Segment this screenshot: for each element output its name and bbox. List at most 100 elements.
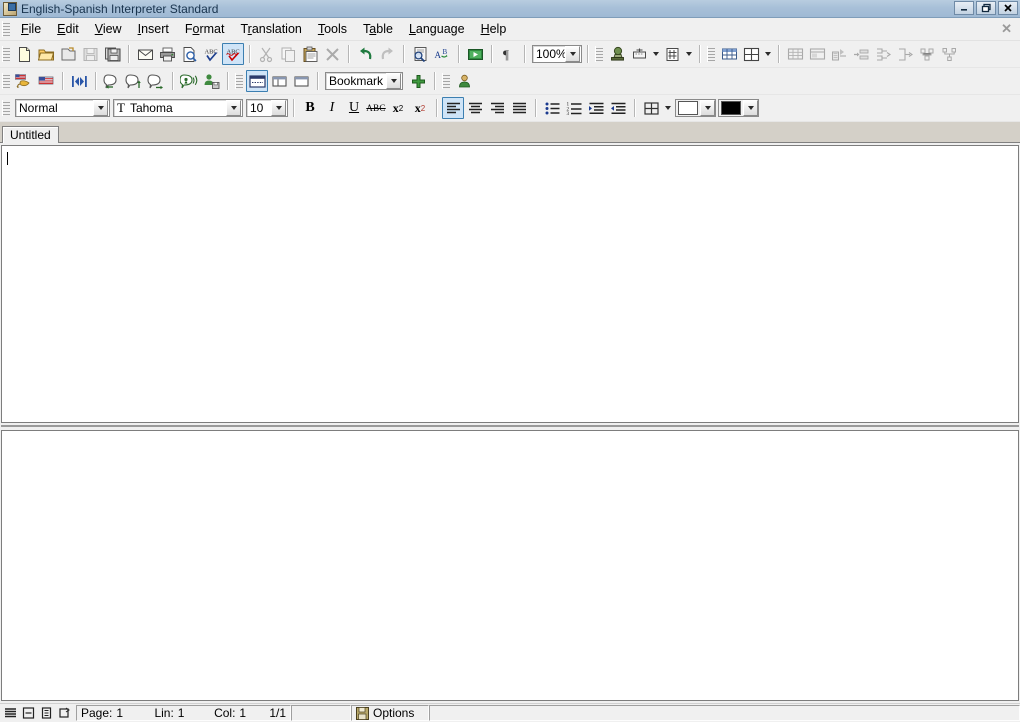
menu-table[interactable]: Table: [355, 20, 401, 38]
highlight-dropdown-button[interactable]: [700, 100, 715, 116]
table-sort-icon[interactable]: [850, 43, 872, 65]
distribute-columns-icon[interactable]: [938, 43, 960, 65]
toolbar-gripper-translation[interactable]: [2, 73, 10, 89]
strikethrough-button[interactable]: ABC: [365, 97, 387, 119]
delete-icon[interactable]: [321, 43, 343, 65]
merge-cells-icon[interactable]: [872, 43, 894, 65]
align-left-icon[interactable]: [442, 97, 464, 119]
replace-icon[interactable]: A B: [431, 43, 453, 65]
normal-view-icon[interactable]: [3, 706, 18, 720]
spellcheck-icon[interactable]: ABC: [200, 43, 222, 65]
target-document-pane[interactable]: [1, 430, 1019, 701]
menu-view[interactable]: View: [87, 20, 130, 38]
toolbar-gripper-panes[interactable]: [235, 73, 243, 89]
font-dropdown-button[interactable]: [226, 100, 241, 116]
undo-icon[interactable]: [354, 43, 376, 65]
align-right-icon[interactable]: [486, 97, 508, 119]
bookmark-combo[interactable]: Bookmark: [325, 72, 403, 90]
decrease-indent-icon[interactable]: [607, 97, 629, 119]
pane-splitter[interactable]: [1, 423, 1019, 430]
menu-file[interactable]: File: [13, 20, 49, 38]
subscript-button[interactable]: x2: [387, 97, 409, 119]
mail-icon[interactable]: [134, 43, 156, 65]
table-layout-icon[interactable]: [740, 43, 762, 65]
pane-layout-split-icon[interactable]: [268, 70, 290, 92]
menu-translation[interactable]: Translation: [232, 20, 309, 38]
underline-button[interactable]: U: [343, 97, 365, 119]
save-icon[interactable]: [79, 43, 101, 65]
web-layout-view-icon[interactable]: [57, 706, 72, 720]
insert-field-icon[interactable]: [628, 43, 650, 65]
italic-button[interactable]: I: [321, 97, 343, 119]
stamp-icon[interactable]: [606, 43, 628, 65]
bold-button[interactable]: B: [299, 97, 321, 119]
font-color-dropdown-button[interactable]: [743, 100, 758, 116]
outline-view-icon[interactable]: [39, 706, 54, 720]
user-icon[interactable]: [453, 70, 475, 92]
toolbar-gripper-standard[interactable]: [2, 46, 10, 62]
restore-button[interactable]: [976, 1, 996, 15]
menu-language[interactable]: Language: [401, 20, 473, 38]
open-document-icon[interactable]: [57, 43, 79, 65]
add-bookmark-icon[interactable]: [407, 70, 429, 92]
increase-indent-icon[interactable]: [585, 97, 607, 119]
pane-layout-single-icon[interactable]: [290, 70, 312, 92]
superscript-button[interactable]: x2: [409, 97, 431, 119]
page-layout-view-icon[interactable]: [21, 706, 36, 720]
paste-icon[interactable]: [299, 43, 321, 65]
document-close-button[interactable]: ✕: [1001, 21, 1012, 37]
media-play-icon[interactable]: [464, 43, 486, 65]
borders-icon[interactable]: [640, 97, 662, 119]
toolbar-gripper-formatting[interactable]: [2, 100, 10, 116]
table-grid-icon[interactable]: [718, 43, 740, 65]
number-field-icon[interactable]: [661, 43, 683, 65]
table-properties-icon[interactable]: [806, 43, 828, 65]
borders-dropdown[interactable]: [662, 97, 673, 119]
cut-icon[interactable]: [255, 43, 277, 65]
number-field-dropdown[interactable]: [683, 43, 694, 65]
insert-field-dropdown[interactable]: [650, 43, 661, 65]
zoom-combo[interactable]: 100%: [532, 45, 582, 63]
minimize-button[interactable]: [954, 1, 974, 15]
find-icon[interactable]: [409, 43, 431, 65]
align-segments-icon[interactable]: [68, 70, 90, 92]
user-save-icon[interactable]: [200, 70, 222, 92]
table-autoformat-icon[interactable]: [828, 43, 850, 65]
font-color-icon[interactable]: [718, 99, 759, 117]
menu-insert[interactable]: Insert: [130, 20, 177, 38]
highlight-color-icon[interactable]: [675, 99, 716, 117]
comment-previous-icon[interactable]: [101, 70, 123, 92]
font-size-combo[interactable]: 10: [246, 99, 288, 117]
show-formatting-icon[interactable]: ¶: [497, 43, 519, 65]
tab-untitled[interactable]: Untitled: [2, 126, 59, 143]
comment-next-icon[interactable]: [145, 70, 167, 92]
toolbar-gripper-tables[interactable]: [595, 46, 603, 62]
redo-icon[interactable]: [376, 43, 398, 65]
spellcheck-auto-icon[interactable]: ABC: [222, 43, 244, 65]
source-document-pane[interactable]: [1, 145, 1019, 423]
print-preview-icon[interactable]: [178, 43, 200, 65]
menu-gripper[interactable]: [2, 21, 10, 37]
align-justify-icon[interactable]: [508, 97, 530, 119]
bookmark-dropdown-button[interactable]: [386, 73, 401, 89]
style-dropdown-button[interactable]: [93, 100, 108, 116]
open-folder-icon[interactable]: [35, 43, 57, 65]
menu-help[interactable]: Help: [473, 20, 515, 38]
menu-tools[interactable]: Tools: [310, 20, 355, 38]
close-button[interactable]: [998, 1, 1018, 15]
table-borders-icon[interactable]: [784, 43, 806, 65]
flag-icon[interactable]: [35, 70, 57, 92]
options-button[interactable]: Options: [351, 705, 429, 721]
font-size-dropdown-button[interactable]: [271, 100, 286, 116]
print-icon[interactable]: [156, 43, 178, 65]
new-document-icon[interactable]: [13, 43, 35, 65]
bullet-list-icon[interactable]: [541, 97, 563, 119]
save-all-icon[interactable]: [101, 43, 123, 65]
menu-format[interactable]: Format: [177, 20, 233, 38]
font-combo[interactable]: T Tahoma: [113, 99, 243, 117]
speak-icon[interactable]: [178, 70, 200, 92]
comment-up-icon[interactable]: [123, 70, 145, 92]
translate-to-spanish-icon[interactable]: [13, 70, 35, 92]
distribute-rows-icon[interactable]: [916, 43, 938, 65]
menu-edit[interactable]: Edit: [49, 20, 87, 38]
